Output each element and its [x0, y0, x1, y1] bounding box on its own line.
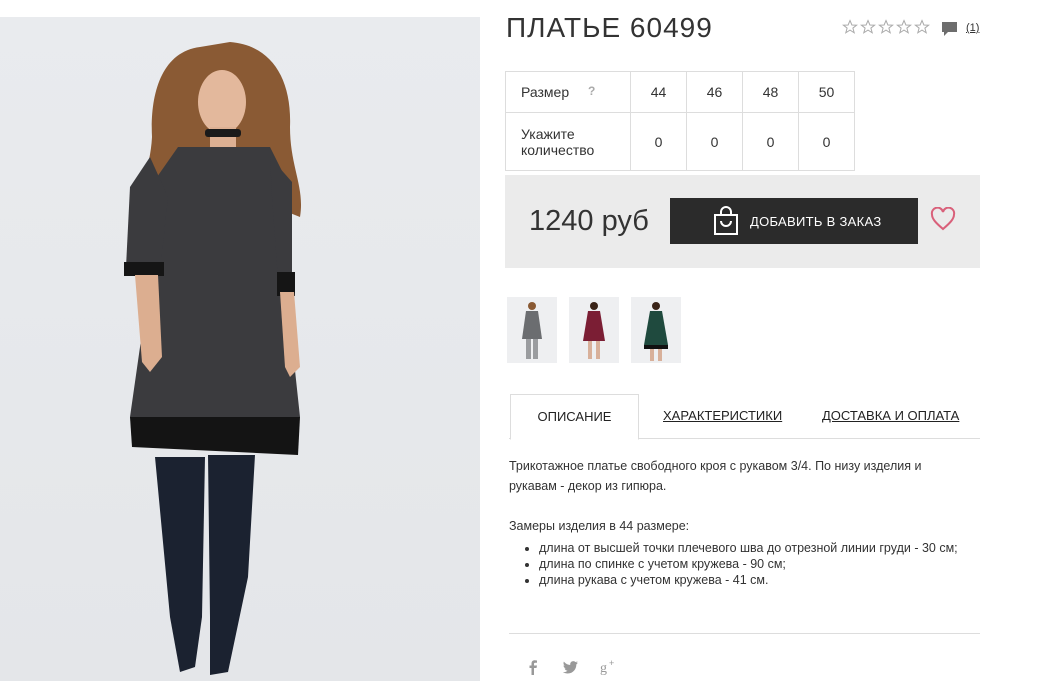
social-share: g + — [524, 658, 618, 676]
star-icon[interactable] — [842, 19, 858, 35]
tab-description[interactable]: ОПИСАНИЕ — [510, 394, 639, 440]
dress-color-swatch — [522, 311, 542, 339]
comment-count-link[interactable]: (1) — [966, 22, 979, 34]
dress-thumbnail-image — [522, 302, 542, 359]
measurement-item: длина от высшей точки плечевого шва до о… — [539, 540, 999, 556]
buy-box: 1240 руб ДОБАВИТЬ В ЗАКАЗ — [505, 175, 980, 268]
size-46: 46 — [686, 71, 743, 113]
color-thumbnails — [507, 297, 681, 363]
size-44: 44 — [630, 71, 687, 113]
facebook-icon[interactable] — [524, 658, 542, 676]
measurements-title: Замеры изделия в 44 размере: — [509, 519, 690, 533]
add-to-order-label: ДОБАВИТЬ В ЗАКАЗ — [750, 213, 882, 229]
description-text-block: Трикотажное платье свободного кроя с рук… — [509, 456, 969, 496]
size-50: 50 — [798, 71, 855, 113]
divider — [509, 633, 980, 634]
tab-delivery-payment[interactable]: ДОСТАВКА И ОПЛАТА — [822, 394, 959, 438]
measurement-item: длина рукава с учетом кружева - 41 см. — [539, 572, 999, 588]
size-label-cell: Размер ? — [505, 71, 631, 113]
star-icon[interactable] — [896, 19, 912, 35]
size-label: Размер — [521, 84, 570, 100]
product-main-photo[interactable] — [0, 17, 480, 681]
product-title: ПЛАТЬЕ 60499 — [506, 12, 713, 43]
svg-text:+: + — [609, 658, 614, 668]
comment-icon[interactable] — [941, 21, 958, 37]
quantity-input-48[interactable]: 0 — [742, 112, 799, 171]
rating-stars[interactable] — [842, 19, 930, 35]
tab-characteristics[interactable]: ХАРАКТЕРИСТИКИ — [663, 394, 782, 438]
price: 1240 руб — [529, 205, 649, 237]
quantity-label-line1: Укажите — [521, 125, 575, 142]
quantity-label-cell: Укажите количество — [505, 112, 631, 171]
google-plus-icon[interactable]: g + — [600, 658, 618, 676]
product-info-tabs: ОПИСАНИЕ ХАРАКТЕРИСТИКИ ДОСТАВКА И ОПЛАТ… — [509, 394, 980, 440]
star-icon[interactable] — [860, 19, 876, 35]
measurements-list: длина от высшей точки плечевого шва до о… — [509, 540, 999, 588]
dress-color-swatch — [583, 311, 605, 341]
shopping-bag-icon — [714, 206, 738, 235]
star-icon[interactable] — [878, 19, 894, 35]
quantity-input-46[interactable]: 0 — [686, 112, 743, 171]
thumbnail-burgundy-dress[interactable] — [569, 297, 619, 363]
svg-text:g: g — [600, 661, 607, 676]
quantity-input-50[interactable]: 0 — [798, 112, 855, 171]
twitter-icon[interactable] — [562, 658, 580, 676]
measurement-item: длина по спинке с учетом кружева - 90 см… — [539, 556, 999, 572]
model-in-dress-image — [124, 42, 302, 675]
dress-thumbnail-image — [644, 302, 668, 361]
dress-thumbnail-image — [583, 302, 605, 359]
size-quantity-table: Размер ? 44 46 48 50 Укажите количество … — [505, 71, 855, 171]
dress-color-swatch — [644, 311, 668, 345]
thumbnail-green-dress[interactable] — [631, 297, 681, 363]
add-to-order-button[interactable]: ДОБАВИТЬ В ЗАКАЗ — [670, 198, 918, 244]
quantity-label-line2: количество — [521, 141, 595, 158]
size-48: 48 — [742, 71, 799, 113]
star-icon[interactable] — [914, 19, 930, 35]
size-help-icon[interactable]: ? — [588, 83, 595, 99]
thumbnail-grey-dress[interactable] — [507, 297, 557, 363]
description-text: Трикотажное платье свободного кроя с рук… — [509, 459, 922, 493]
quantity-input-44[interactable]: 0 — [630, 112, 687, 171]
heart-icon[interactable] — [930, 207, 956, 231]
